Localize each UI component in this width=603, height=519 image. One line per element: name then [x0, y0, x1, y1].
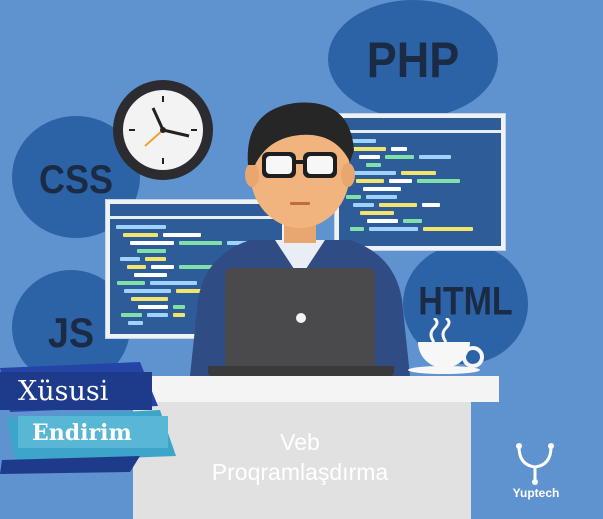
brand-name: Yuptech	[512, 486, 560, 500]
cup-handle	[462, 346, 484, 368]
steam-icon	[429, 318, 451, 343]
saucer	[408, 366, 480, 374]
laptop-logo	[296, 313, 306, 323]
promo-line2: Endirim	[32, 420, 132, 446]
course-title-line2: Proqramlaşdırma	[211, 459, 389, 485]
promo-line1: Xüsusi	[18, 376, 109, 407]
course-title-line1: Veb	[280, 429, 320, 455]
banner: PHP CSS HTML JS Xüsusi Endirim Veb Proqr…	[0, 0, 603, 519]
laptop-base	[208, 366, 394, 376]
yuptech-logo-icon	[516, 443, 554, 485]
